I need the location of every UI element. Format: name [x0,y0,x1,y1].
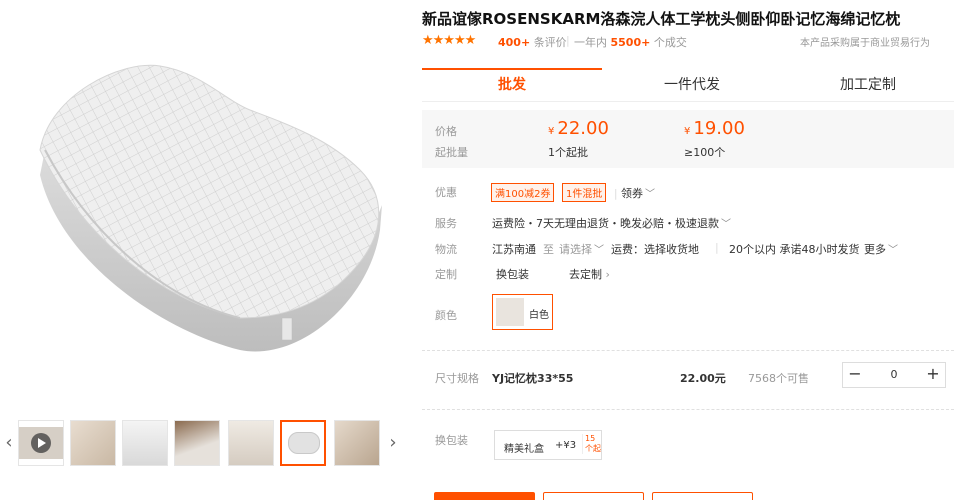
divider [422,409,954,410]
custom-label: 定制 [435,268,457,281]
change-package-link[interactable]: 换包装 [496,266,529,282]
shipping-fee: 运费：选择收货地 [611,243,699,256]
chevron-down-icon: ﹀ [645,189,656,200]
decrease-button[interactable]: − [843,363,867,387]
tier1-price: ¥22.00 [548,118,609,139]
divider: | [613,187,618,200]
shipping-promise: 20个以内 承诺48小时发货 [729,243,860,256]
thumb-pillow-bed-image [175,421,219,465]
packing-label: 换包装 [435,434,468,447]
thumbnail-strip: ‹ › [0,418,410,470]
thumb-pillow-box[interactable] [228,420,274,466]
gift-box-price: +¥3 [555,440,577,451]
add-to-cart-button[interactable] [543,492,644,500]
thumb-pillow-pack[interactable] [334,420,380,466]
go-customize-link[interactable]: 去定制 › [569,266,610,282]
destination-select[interactable]: 请选择 ﹀ [559,241,604,257]
tab-custom[interactable]: 加工定制 [782,68,954,102]
logistics-more[interactable]: 更多 ﹀ [864,241,898,257]
tab-dropship[interactable]: 一件代发 [602,68,782,102]
gift-box-option[interactable]: 精美礼盒 +¥3 15个起 [494,430,602,460]
rating-stars-icon: ★★★★★ [422,33,476,48]
color-option-label: 白色 [529,310,549,321]
thumb-next-arrow-icon[interactable]: › [386,428,400,458]
divider [422,350,954,351]
logistics-label: 物流 [435,243,457,256]
order-button[interactable] [434,492,535,500]
thumb-packaging-image [71,421,115,465]
thumb-packaging[interactable] [70,420,116,466]
sku-price: 22.00元 [680,372,726,385]
pillow-illustration [39,64,382,352]
divider: | [715,241,719,254]
rating-count[interactable]: 400+ 条评价 [498,34,567,50]
gift-box-min: 15个起 [582,434,602,454]
tier2-moq: ≥100个 [684,146,726,159]
service-text[interactable]: 运费险・7天无理由退货・晚发必赔・极速退款 ﹀ [492,215,731,231]
main-product-image[interactable] [0,0,410,410]
gift-box-name: 精美礼盒 [504,444,544,455]
secondary-action-button[interactable] [652,492,753,500]
thumb-prev-arrow-icon[interactable]: ‹ [2,428,16,458]
chevron-down-icon: ﹀ [888,245,898,256]
service-label: 服务 [435,217,457,230]
chevron-down-icon: ﹀ [594,245,604,256]
color-option-white[interactable]: 白色 [492,294,553,330]
sku-label: 尺寸规格 [435,372,479,385]
price-box: 价格 起批量 ¥22.00 1个起批 ¥19.00 ≥100个 [422,110,954,168]
play-icon [31,433,51,453]
coupon-tag[interactable]: 满100减2券 [491,183,555,202]
thumb-pillow-bed[interactable] [174,420,220,466]
thumb-video[interactable] [18,420,64,466]
color-label: 颜色 [435,309,457,322]
rating-row: ★★★★★ 400+ 条评价 | 一年内 5500+ 个成交 本产品采购属于商业… [422,33,954,50]
promo-label: 优惠 [435,186,457,199]
thumb-pillow-side-image [123,421,167,465]
chevron-down-icon: ﹀ [721,219,731,230]
chevron-right-icon: › [605,268,610,281]
sku-name: YJ记忆枕33*55 [492,372,574,385]
color-swatch-image [496,298,524,326]
tier1-moq: 1个起批 [548,146,588,159]
thumb-pillow-white-active[interactable] [280,420,326,466]
logistics-origin: 江苏南通 [492,243,536,256]
mixed-batch-tag[interactable]: 1件混批 [561,183,607,202]
price-label: 价格 [435,125,457,138]
logistics-to: 至 [543,243,554,256]
trade-note: 本产品采购属于商业贸易行为 [800,38,930,49]
thumb-pillow-side[interactable] [122,420,168,466]
quantity-stepper: − 0 + [842,362,946,388]
quantity-input[interactable]: 0 [867,363,921,387]
moq-label: 起批量 [435,146,468,159]
product-title: 新品谊傢ROSENSKARM洛森浣人体工学枕头侧卧仰卧记忆海绵记忆枕 [422,10,901,28]
thumb-pillow-box-image [229,421,273,465]
sku-stock: 7568个可售 [748,372,809,385]
divider: | [566,34,570,47]
increase-button[interactable]: + [921,363,945,387]
tier2-price: ¥19.00 [684,118,745,139]
get-coupon-link[interactable]: 领券 ﹀ [621,187,655,200]
thumb-pillow-pack-image [335,421,379,465]
thumb-pillow-white-image [288,432,320,454]
sold-count: 一年内 5500+ 个成交 [574,36,687,49]
purchase-mode-tabs: 批发 一件代发 加工定制 [422,68,954,102]
tab-wholesale[interactable]: 批发 [422,68,602,102]
